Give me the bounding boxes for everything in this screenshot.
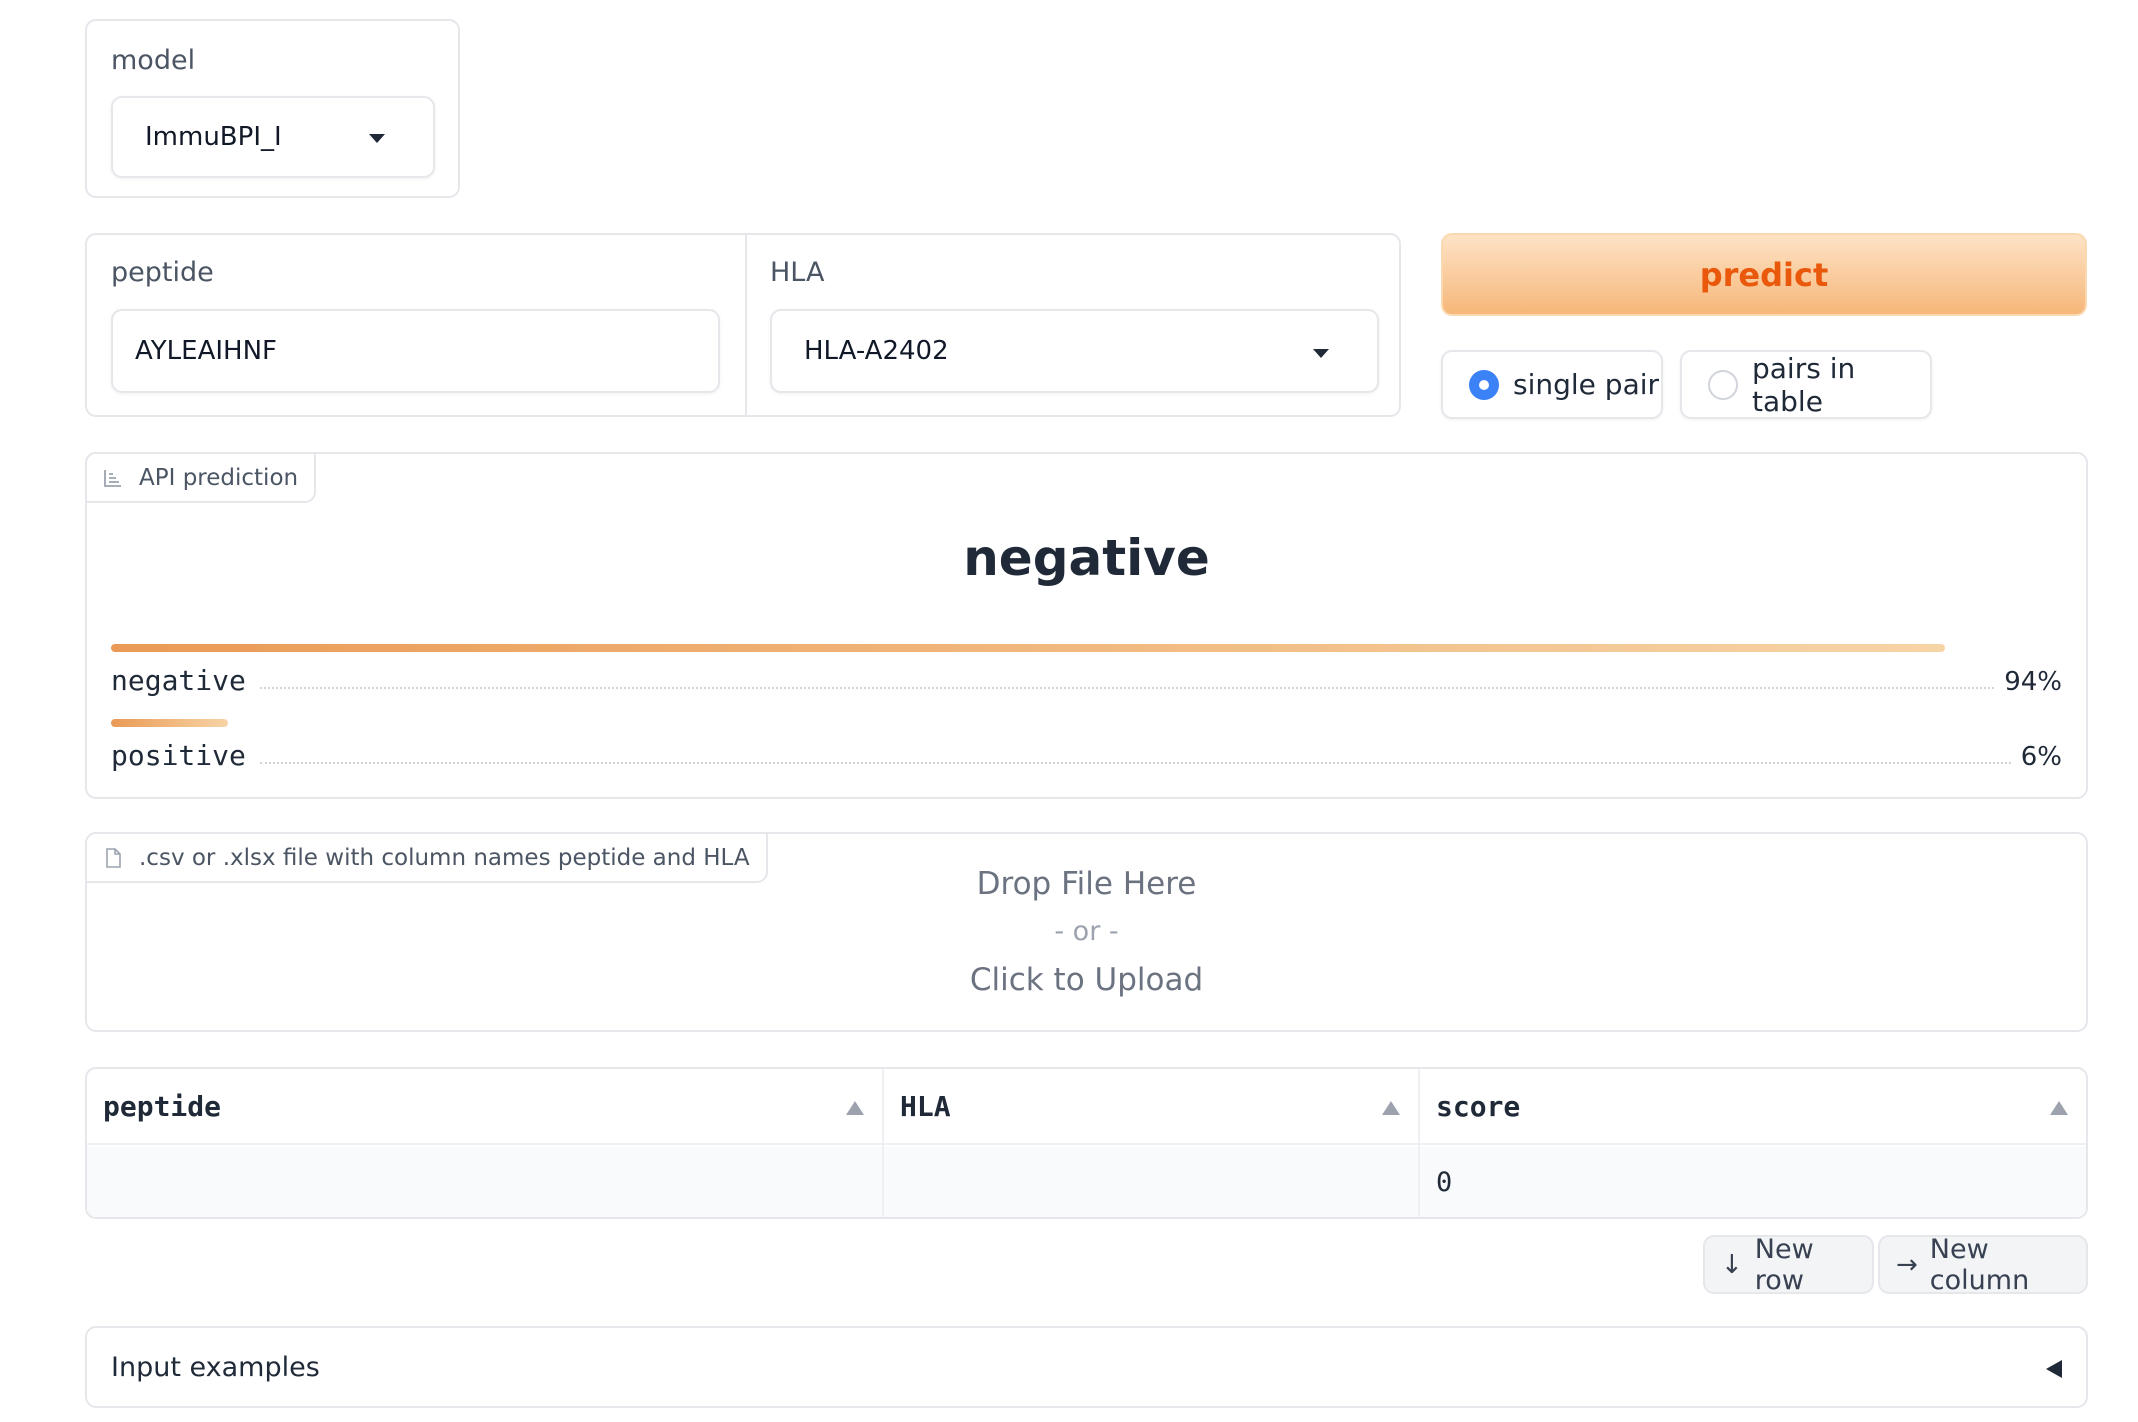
- confidence-percent: 94%: [2004, 667, 2062, 697]
- sort-up-icon[interactable]: [1382, 1101, 1400, 1115]
- prediction-tag-label: API prediction: [139, 464, 299, 491]
- prediction-tag: API prediction: [85, 452, 317, 503]
- dotted-leader: [259, 687, 1995, 689]
- peptide-input-value: AYLEAIHNF: [135, 336, 277, 366]
- inputs-block: peptide AYLEAIHNF HLA HLA-A2402: [85, 233, 1401, 417]
- drop-file-text: Drop File Here: [976, 866, 1197, 902]
- header-label: peptide: [103, 1089, 222, 1123]
- click-to-upload-text: Click to Upload: [969, 962, 1204, 998]
- confidence-bar: [111, 719, 229, 727]
- accordion-title: Input examples: [111, 1351, 320, 1383]
- input-examples-accordion[interactable]: Input examples: [85, 1326, 2088, 1408]
- confidence-row-positive: positive 6%: [111, 719, 2062, 772]
- model-block: model ImmuBPI_I: [85, 19, 460, 198]
- dotted-leader: [259, 762, 2011, 764]
- arrow-down-icon: ↓: [1721, 1249, 1743, 1280]
- peptide-label: peptide: [111, 257, 214, 288]
- radio-single-pair-label: single pair: [1513, 368, 1660, 401]
- sort-up-icon[interactable]: [2050, 1101, 2068, 1115]
- table-cell[interactable]: [87, 1147, 882, 1217]
- inputs-divider: [745, 235, 747, 415]
- model-dropdown[interactable]: ImmuBPI_I: [111, 96, 435, 178]
- file-icon: [103, 847, 123, 868]
- table-column-score: score 0: [1420, 1069, 2086, 1217]
- table-header-cell[interactable]: HLA: [884, 1069, 1418, 1145]
- hla-selected-value: HLA-A2402: [804, 336, 949, 366]
- confidence-bar: [111, 644, 1945, 652]
- table-cell[interactable]: 0: [1420, 1147, 2086, 1217]
- table-header-cell[interactable]: score: [1420, 1069, 2086, 1145]
- new-column-button[interactable]: → New column: [1878, 1233, 2088, 1296]
- model-label: model: [111, 45, 196, 76]
- header-label: HLA: [900, 1089, 951, 1123]
- new-row-button[interactable]: ↓ New row: [1703, 1233, 1874, 1296]
- radio-single-pair[interactable]: single pair: [1441, 350, 1663, 419]
- predict-button[interactable]: predict: [1441, 233, 2087, 316]
- results-table: peptide HLA score 0: [85, 1067, 2088, 1219]
- radio-pairs-in-table[interactable]: pairs in table: [1680, 350, 1932, 419]
- radio-checked-icon: [1469, 369, 1499, 400]
- hla-dropdown[interactable]: HLA-A2402: [770, 309, 1379, 393]
- confidence-row-negative: negative 94%: [111, 644, 2062, 697]
- header-label: score: [1436, 1089, 1521, 1123]
- radio-pairs-in-table-label: pairs in table: [1752, 351, 1856, 418]
- table-column-hla: HLA: [884, 1069, 1420, 1217]
- file-upload-dropzone[interactable]: .csv or .xlsx file with column names pep…: [85, 832, 2088, 1032]
- or-text: - or -: [1054, 916, 1119, 947]
- new-column-label: New column: [1929, 1233, 2030, 1296]
- confidence-label: negative: [111, 664, 246, 697]
- peptide-input[interactable]: AYLEAIHNF: [111, 309, 720, 393]
- confidence-percent: 6%: [2020, 742, 2062, 772]
- sort-up-icon[interactable]: [846, 1101, 864, 1115]
- table-column-peptide: peptide: [87, 1069, 884, 1217]
- model-selected-value: ImmuBPI_I: [145, 122, 282, 152]
- prediction-block: API prediction negative negative 94% pos…: [85, 452, 2088, 799]
- predicted-label: negative: [963, 529, 1210, 587]
- chevron-down-icon: [369, 134, 385, 143]
- triangle-left-icon: [2046, 1360, 2062, 1378]
- arrow-right-icon: →: [1896, 1249, 1918, 1280]
- chevron-down-icon: [1313, 349, 1329, 358]
- table-header-cell[interactable]: peptide: [87, 1069, 882, 1145]
- new-row-label: New row: [1754, 1233, 1814, 1296]
- radio-unchecked-icon: [1708, 369, 1738, 400]
- bar-chart-icon: [103, 468, 123, 488]
- table-cell[interactable]: [884, 1147, 1418, 1217]
- hla-label: HLA: [770, 257, 825, 288]
- confidence-label: positive: [111, 739, 246, 772]
